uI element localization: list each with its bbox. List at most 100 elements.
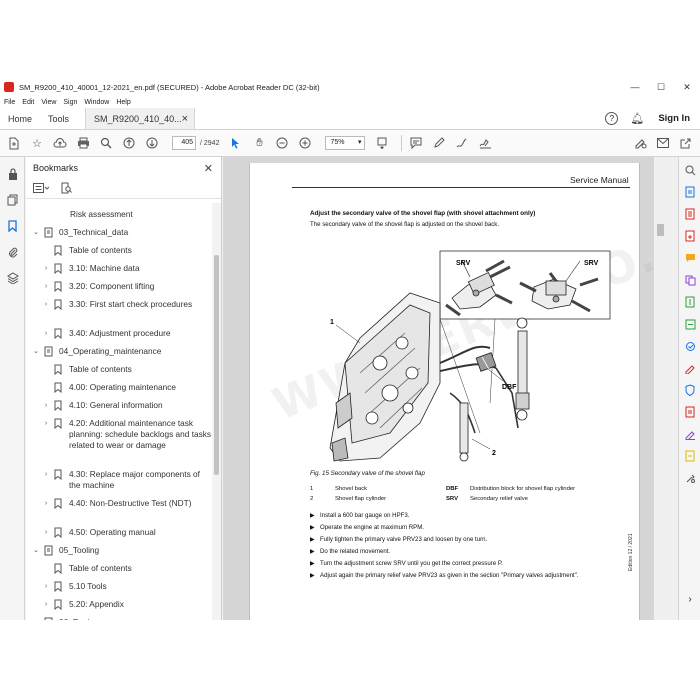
comment-side-icon[interactable] xyxy=(679,247,700,269)
request-signature-icon[interactable] xyxy=(679,423,700,445)
create-pdf-icon[interactable] xyxy=(5,134,23,152)
send-review-icon[interactable] xyxy=(679,445,700,467)
chevron-right-icon[interactable]: › xyxy=(42,498,50,509)
maximize-button[interactable]: ☐ xyxy=(648,82,674,93)
bookmark-item[interactable]: ⌄ 04_Operating_maintenance xyxy=(26,346,212,357)
select-cursor-icon[interactable] xyxy=(227,134,245,152)
attachments-paperclip-icon[interactable] xyxy=(0,239,25,265)
bookmark-item[interactable]: › 4.40: Non-Destructive Test (NDT) xyxy=(26,498,212,510)
redact-icon[interactable] xyxy=(679,401,700,423)
chevron-right-icon[interactable]: › xyxy=(42,527,50,538)
document-scrollbar[interactable] xyxy=(654,157,667,620)
menu-edit[interactable]: Edit xyxy=(22,99,34,106)
tab-document[interactable]: SM_R9200_410_40... × xyxy=(85,108,196,129)
chevron-down-icon[interactable]: ⌄ xyxy=(32,545,40,556)
collapse-panel-icon[interactable]: › xyxy=(679,588,700,610)
close-window-button[interactable]: ✕ xyxy=(674,82,700,93)
next-page-icon[interactable] xyxy=(143,134,161,152)
bookmark-item[interactable]: ⌄ 05_Tooling xyxy=(26,545,212,556)
hand-tool-icon[interactable]: ✋︎ xyxy=(250,134,268,152)
chevron-right-icon[interactable]: › xyxy=(42,581,50,592)
chevron-right-icon[interactable]: › xyxy=(42,418,50,429)
document-scroll-thumb[interactable] xyxy=(657,224,664,236)
tab-close-icon[interactable]: × xyxy=(182,113,188,125)
combine-files-icon[interactable] xyxy=(679,269,700,291)
search-zoom-icon[interactable] xyxy=(679,159,700,181)
bookmark-item[interactable]: › 5.10 Tools xyxy=(26,581,212,593)
bookmark-item[interactable]: › 4.20: Additional maintenance task plann… xyxy=(26,418,212,451)
layers-icon[interactable] xyxy=(0,265,25,291)
chevron-right-icon[interactable]: › xyxy=(42,328,50,339)
bookmark-item[interactable]: › 5.20: Appendix xyxy=(26,599,212,611)
bookmark-item[interactable]: › 4.30: Replace major components of the m… xyxy=(26,469,212,491)
draw-freehand-icon[interactable] xyxy=(453,134,471,152)
menu-help[interactable]: Help xyxy=(116,99,130,106)
chevron-right-icon[interactable]: › xyxy=(42,263,50,274)
bookmark-options-icon[interactable] xyxy=(33,182,50,195)
bookmark-item[interactable]: ⌄ 03_Technical_data xyxy=(26,227,212,238)
bookmark-item[interactable]: › 3.40: Adjustment procedure xyxy=(26,328,212,340)
menu-sign[interactable]: Sign xyxy=(63,99,77,106)
bookmark-item[interactable]: Table of contents xyxy=(26,563,212,575)
email-icon[interactable] xyxy=(654,134,672,152)
page-thumbnails-icon[interactable] xyxy=(0,187,25,213)
chevron-right-icon[interactable]: › xyxy=(42,281,50,292)
bookmark-item[interactable]: Risk assessment xyxy=(26,209,212,220)
sign-in-button[interactable]: Sign In xyxy=(658,113,690,124)
bookmark-item[interactable]: › 3.10: Machine data xyxy=(26,263,212,275)
fill-sign-icon[interactable] xyxy=(476,134,494,152)
chevron-right-icon[interactable]: › xyxy=(42,400,50,411)
tab-home[interactable]: Home xyxy=(0,108,40,129)
highlight-pen-icon[interactable] xyxy=(430,134,448,152)
menu-window[interactable]: Window xyxy=(84,99,109,106)
menu-view[interactable]: View xyxy=(41,99,56,106)
find-bookmark-icon[interactable] xyxy=(61,182,72,196)
menu-file[interactable]: File xyxy=(4,99,15,106)
bookmark-item[interactable]: 4.00: Operating maintenance xyxy=(26,382,212,394)
print-icon[interactable] xyxy=(74,134,92,152)
bookmark-item[interactable]: Table of contents xyxy=(26,364,212,376)
chevron-down-icon[interactable]: ⌄ xyxy=(32,227,40,238)
chevron-down-icon[interactable]: ⌄ xyxy=(32,617,40,620)
zoom-out-icon[interactable] xyxy=(273,134,291,152)
bookmark-item[interactable]: › 3.20: Component lifting xyxy=(26,281,212,293)
comment-icon[interactable] xyxy=(407,134,425,152)
zoom-level-select[interactable]: 75% xyxy=(325,136,366,150)
bookmark-item[interactable]: Table of contents xyxy=(26,245,212,257)
page-number-input[interactable]: 405 xyxy=(172,136,196,150)
chevron-right-icon[interactable]: › xyxy=(42,469,50,480)
bookmarks-panel-icon[interactable] xyxy=(0,213,25,239)
tab-tools[interactable]: Tools xyxy=(40,108,77,129)
bookmark-item[interactable]: › 3.30: First start check procedures xyxy=(26,299,212,311)
bookmark-item[interactable]: ⌄ 06_Engine xyxy=(26,617,212,620)
lock-icon[interactable] xyxy=(0,161,25,187)
page-display-icon[interactable] xyxy=(373,134,391,152)
close-panel-icon[interactable]: ✕ xyxy=(204,162,213,175)
compress-pdf-icon[interactable] xyxy=(679,291,700,313)
share-link-icon[interactable] xyxy=(677,134,695,152)
scan-ocr-icon[interactable] xyxy=(679,313,700,335)
security-shield-icon[interactable] xyxy=(679,379,700,401)
notification-bell-icon[interactable]: 🔔︎ xyxy=(630,112,644,125)
bookmarks-scroll-thumb[interactable] xyxy=(214,255,219,475)
find-magnifier-icon[interactable] xyxy=(97,134,115,152)
previous-page-icon[interactable] xyxy=(120,134,138,152)
more-tools-icon[interactable] xyxy=(679,467,700,489)
bookmarks-scrollbar[interactable] xyxy=(212,203,221,620)
chevron-right-icon[interactable]: › xyxy=(42,599,50,610)
protect-shield-icon[interactable] xyxy=(679,335,700,357)
bookmark-item[interactable]: › 4.10: General information xyxy=(26,400,212,412)
minimize-button[interactable]: — xyxy=(622,82,648,93)
upload-cloud-icon[interactable] xyxy=(51,134,69,152)
zoom-in-icon[interactable] xyxy=(296,134,314,152)
bookmark-star-icon[interactable]: ☆ xyxy=(28,134,46,152)
chevron-right-icon[interactable]: › xyxy=(42,299,50,310)
export-pdf-icon[interactable] xyxy=(679,181,700,203)
help-icon[interactable]: ? xyxy=(605,112,619,125)
edit-sign-icon[interactable] xyxy=(631,134,649,152)
organize-pages-icon[interactable] xyxy=(679,203,700,225)
create-pdf-side-icon[interactable] xyxy=(679,225,700,247)
bookmark-item[interactable]: › 4.50: Operating manual xyxy=(26,527,212,539)
fill-sign-side-icon[interactable] xyxy=(679,357,700,379)
chevron-down-icon[interactable]: ⌄ xyxy=(32,346,40,357)
